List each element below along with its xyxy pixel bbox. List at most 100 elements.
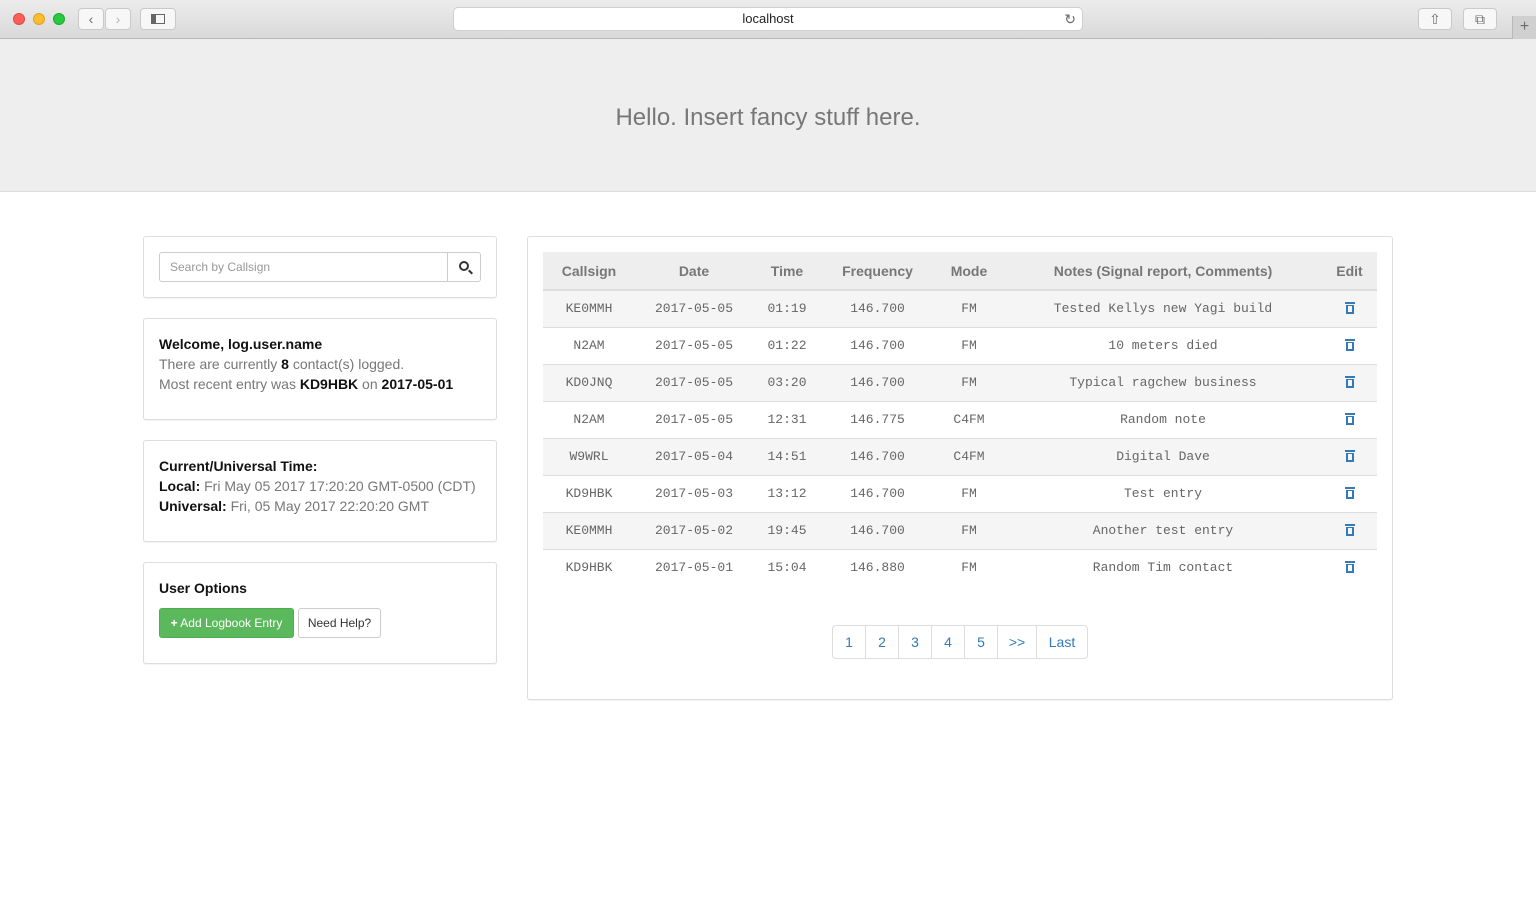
table-row: KE0MMH 2017-05-02 19:45 146.700 FM Anoth… — [543, 511, 1377, 549]
time-cell: 01:22 — [753, 326, 821, 364]
date-cell: 2017-05-04 — [635, 437, 753, 475]
table-header-row: Callsign Date Time Frequency Mode Notes … — [543, 252, 1377, 291]
date-cell: 2017-05-05 — [635, 400, 753, 438]
page-3-link[interactable]: 3 — [898, 625, 932, 659]
column-header-notes: Notes (Signal report, Comments) — [1004, 252, 1322, 291]
logbook-table: Callsign Date Time Frequency Mode Notes … — [543, 252, 1377, 586]
reload-icon[interactable]: ↻ — [1064, 8, 1076, 30]
minimize-window-button[interactable] — [33, 13, 45, 25]
frequency-cell: 146.775 — [821, 400, 934, 438]
date-cell: 2017-05-03 — [635, 474, 753, 512]
trash-icon[interactable] — [1344, 523, 1355, 536]
notes-cell: Random Tim contact — [1004, 548, 1322, 586]
frequency-cell: 146.700 — [821, 289, 934, 327]
trash-icon[interactable] — [1344, 375, 1355, 388]
table-row: N2AM 2017-05-05 12:31 146.775 C4FM Rando… — [543, 400, 1377, 438]
time-cell: 13:12 — [753, 474, 821, 512]
callsign-cell: KD9HBK — [543, 548, 635, 586]
date-cell: 2017-05-02 — [635, 511, 753, 549]
trash-icon[interactable] — [1344, 449, 1355, 462]
edit-cell — [1322, 289, 1377, 327]
chevron-right-icon: › — [115, 11, 121, 27]
universal-time-value: Fri, 05 May 2017 22:20:20 GMT — [230, 498, 430, 514]
time-cell: 19:45 — [753, 511, 821, 549]
user-options-heading: User Options — [159, 580, 247, 596]
next-pages-link[interactable]: >> — [997, 625, 1037, 659]
last-page-link[interactable]: Last — [1036, 625, 1088, 659]
recent-entry-line: Most recent entry was KD9HBK on 2017-05-… — [159, 374, 453, 394]
callsign-cell: N2AM — [543, 326, 635, 364]
edit-cell — [1322, 474, 1377, 512]
back-button[interactable]: ‹ — [78, 8, 104, 30]
zoom-window-button[interactable] — [53, 13, 65, 25]
address-bar[interactable]: localhost ↻ — [453, 7, 1083, 31]
trash-icon[interactable] — [1344, 412, 1355, 425]
search-button[interactable] — [447, 252, 481, 282]
tabs-overview-button[interactable]: ⧉ — [1463, 8, 1497, 30]
callsign-cell: KD9HBK — [543, 474, 635, 512]
plus-icon: + — [1519, 18, 1530, 35]
recent-prefix: Most recent entry was — [159, 376, 300, 392]
close-window-button[interactable] — [13, 13, 25, 25]
mode-cell: FM — [934, 289, 1004, 327]
mode-cell: FM — [934, 548, 1004, 586]
column-header-time: Time — [753, 252, 821, 291]
local-label: Local: — [159, 478, 201, 494]
count-prefix: There are currently — [159, 356, 282, 372]
edit-cell — [1322, 326, 1377, 364]
trash-icon[interactable] — [1344, 338, 1355, 351]
trash-icon[interactable] — [1344, 486, 1355, 499]
browser-toolbar: ‹ › localhost ↻ ⇧ ⧉ + — [0, 0, 1536, 39]
frequency-cell: 146.700 — [821, 511, 934, 549]
notes-cell: Typical ragchew business — [1004, 363, 1322, 401]
edit-cell — [1322, 437, 1377, 475]
recent-on: on — [358, 376, 382, 392]
page-5-link[interactable]: 5 — [964, 625, 998, 659]
table-row: W9WRL 2017-05-04 14:51 146.700 C4FM Digi… — [543, 437, 1377, 475]
callsign-cell: W9WRL — [543, 437, 635, 475]
sidebar-toggle-button[interactable] — [140, 8, 176, 30]
local-time-value: Fri May 05 2017 17:20:20 GMT-0500 (CDT) — [204, 478, 476, 494]
url-text: localhost — [742, 11, 794, 26]
mode-cell: FM — [934, 474, 1004, 512]
column-header-mode: Mode — [934, 252, 1004, 291]
contact-count-line: There are currently 8 contact(s) logged. — [159, 354, 404, 374]
forward-button[interactable]: › — [105, 8, 131, 30]
callsign-cell: KD0JNQ — [543, 363, 635, 401]
mode-cell: FM — [934, 363, 1004, 401]
tabs-icon: ⧉ — [1475, 11, 1485, 27]
mode-cell: FM — [934, 326, 1004, 364]
frequency-cell: 146.700 — [821, 326, 934, 364]
add-entry-label: Add Logbook Entry — [180, 616, 283, 630]
add-logbook-entry-button[interactable]: + Add Logbook Entry — [159, 608, 294, 638]
column-header-date: Date — [635, 252, 753, 291]
frequency-cell: 146.880 — [821, 548, 934, 586]
plus-icon: + — [170, 616, 178, 630]
trash-icon[interactable] — [1344, 560, 1355, 573]
table-row: KD9HBK 2017-05-03 13:12 146.700 FM Test … — [543, 474, 1377, 512]
edit-cell — [1322, 400, 1377, 438]
column-header-edit: Edit — [1322, 252, 1377, 291]
time-cell: 12:31 — [753, 400, 821, 438]
page-1-link[interactable]: 1 — [832, 625, 866, 659]
time-cell: 01:19 — [753, 289, 821, 327]
logbook-panel: Callsign Date Time Frequency Mode Notes … — [527, 236, 1393, 700]
welcome-panel: Welcome, log.user.name There are current… — [143, 318, 497, 420]
trash-icon[interactable] — [1344, 301, 1355, 314]
page-2-link[interactable]: 2 — [865, 625, 899, 659]
table-row: KD0JNQ 2017-05-05 03:20 146.700 FM Typic… — [543, 363, 1377, 401]
new-tab-button[interactable]: + — [1512, 16, 1536, 39]
callsign-search-input[interactable] — [159, 252, 448, 282]
page-4-link[interactable]: 4 — [931, 625, 965, 659]
universal-label: Universal: — [159, 498, 227, 514]
mode-cell: C4FM — [934, 400, 1004, 438]
count-suffix: contact(s) logged. — [288, 356, 405, 372]
notes-cell: 10 meters died — [1004, 326, 1322, 364]
need-help-button[interactable]: Need Help? — [298, 608, 381, 638]
date-cell: 2017-05-05 — [635, 289, 753, 327]
mode-cell: FM — [934, 511, 1004, 549]
share-button[interactable]: ⇧ — [1418, 8, 1452, 30]
chevron-left-icon: ‹ — [88, 11, 94, 27]
search-icon — [459, 261, 469, 271]
notes-cell: Test entry — [1004, 474, 1322, 512]
